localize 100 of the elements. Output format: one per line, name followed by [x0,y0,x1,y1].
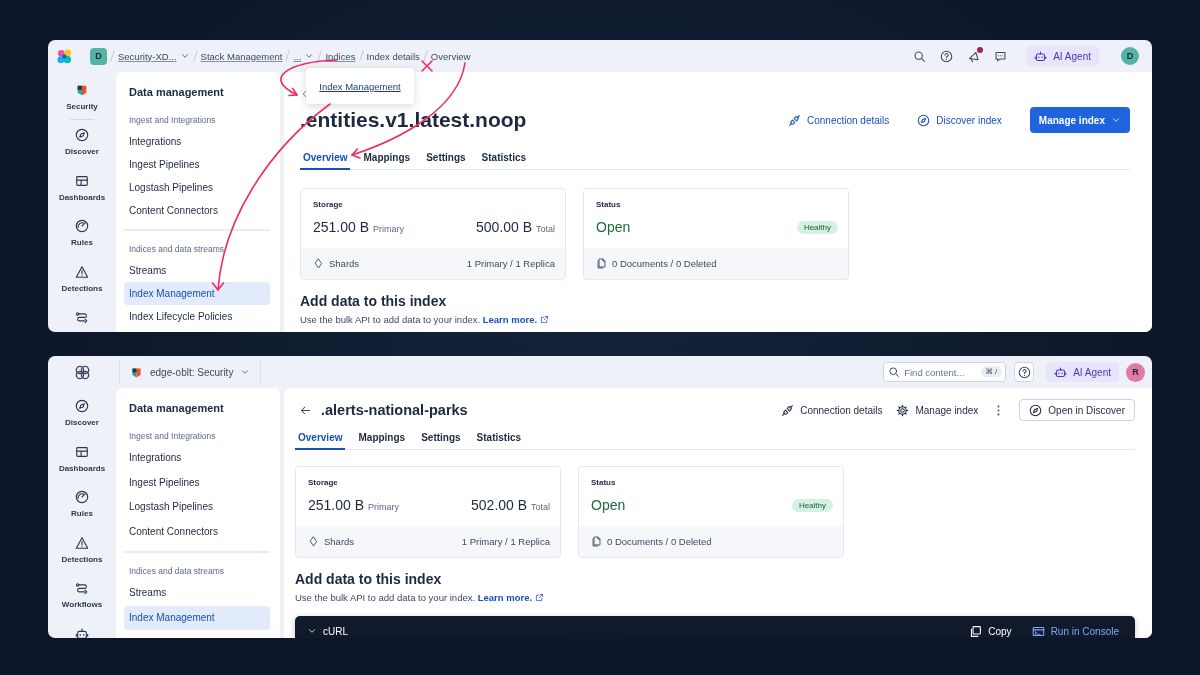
sidebar-item[interactable]: Integrations [124,130,270,153]
external-link-icon [539,315,549,324]
megaphone-icon[interactable] [967,49,981,63]
document-icon [591,536,602,547]
nav-item[interactable]: Rules [71,490,93,519]
search-icon[interactable] [913,49,927,63]
logo-icon[interactable] [73,363,91,381]
caret-icon [304,51,315,61]
language-toggle[interactable]: cURL [307,625,348,637]
diamond-icon [308,536,319,547]
shield-icon [75,83,89,97]
card-title: Status [596,199,622,211]
nav-item[interactable]: Rules [71,219,93,248]
sidebar-item[interactable]: Content Connectors [124,199,270,222]
tab[interactable]: Overview [300,146,351,170]
group-heading: Ingest and Integrations [128,114,217,126]
chat-icon[interactable] [994,49,1008,63]
ai-agent-button[interactable]: AI Agent [1046,362,1119,382]
action-link[interactable]: Connection details [788,113,890,127]
menu-link[interactable]: Index Management [319,80,401,92]
nav-item[interactable]: Detections [61,535,103,565]
group-heading: Ingest and Integrations [128,430,217,442]
help-icon[interactable] [940,49,954,63]
status-value: Open [591,497,626,513]
logo-icon[interactable] [56,47,73,65]
space-selector[interactable]: edge-oblt: Security [119,361,262,383]
help-button[interactable] [1014,362,1035,382]
sidebar-item[interactable]: Integrations [124,446,270,471]
gear-icon [896,403,910,417]
nav-item[interactable]: Workflows [61,581,103,610]
tab[interactable]: Statistics [478,146,530,170]
action-link[interactable]: Discover index [917,113,1002,127]
breadcrumb: Overview [430,50,471,62]
breadcrumb[interactable]: Stack Management [200,50,283,62]
section-heading: Add data to this index [295,570,443,588]
nav-item[interactable]: Detections [61,264,103,294]
sidebar-item[interactable]: Ingest Pipelines [124,470,270,495]
compass-icon [75,399,89,413]
user-avatar[interactable]: D [1121,47,1139,65]
tab[interactable]: Mappings [360,146,414,170]
breadcrumb[interactable]: ... [293,50,315,62]
sidebar-item[interactable]: Logstash Pipelines [124,176,270,199]
sidebar-item[interactable]: Index Management [124,282,270,305]
sidebar-item[interactable]: Index Management [124,605,270,630]
route-icon [75,310,89,324]
nav-item[interactable]: Discover [65,399,99,428]
copy-button[interactable]: Copy [969,624,1012,638]
sidebar-item[interactable]: Streams [124,259,270,282]
sidebar-title: Data management [128,85,225,99]
primary-button[interactable]: Manage index [1029,107,1130,133]
external-link-icon [534,593,544,602]
section-text: Use the bulk API to add data to your index. Learn more. [300,313,1130,326]
caret-icon [307,626,317,636]
document-count: 0 Documents / 0 Deleted [607,536,712,547]
tab[interactable]: Settings [418,426,464,450]
tab[interactable]: Mappings [355,426,409,450]
document-icon [596,258,607,269]
nav-item[interactable]: Discover [65,128,99,157]
plug-icon [781,403,795,417]
nav-item[interactable]: Security [66,83,98,112]
dashboard-icon [75,444,89,459]
route-icon [75,581,89,595]
outline-button[interactable]: Open in Discover [1019,399,1135,421]
shards-label: Shards [324,536,355,547]
learn-more-link[interactable]: Learn more. [482,314,549,325]
sidebar-item[interactable]: Logstash Pipelines [124,495,270,520]
run-console-button[interactable]: Run in Console [1031,624,1119,638]
health-badge: Healthy [791,498,833,512]
copy-icon [969,624,983,638]
robot-icon [1054,365,1068,379]
breadcrumb: Index details [366,50,420,62]
nav-item[interactable]: Dashboards [58,444,106,474]
sidebar-item[interactable]: Index Lifecycle Policies [124,305,270,328]
breadcrumb[interactable]: Indices [325,50,356,62]
gauge-icon [75,219,89,233]
warning-icon [75,535,89,550]
tab[interactable]: Overview [295,426,346,450]
card-title: Storage [308,477,339,489]
user-avatar[interactable]: R [1126,362,1145,382]
ai-agent-button[interactable]: AI Agent [1026,46,1099,66]
nav-item[interactable] [75,626,89,638]
space-avatar[interactable]: D [90,47,107,65]
tab[interactable]: Statistics [473,426,525,450]
sidebar-item[interactable]: Ingest Pipelines [124,153,270,176]
health-badge: Healthy [796,220,838,234]
caret-icon [179,51,190,61]
action-button[interactable]: Manage index [896,403,979,417]
search-icon [888,366,901,378]
compass-icon [1029,403,1043,417]
sidebar-item[interactable]: Streams [124,581,270,606]
nav-item[interactable] [75,310,89,324]
learn-more-link[interactable]: Learn more. [477,592,544,603]
breadcrumb[interactable]: Security-XD... [118,50,190,62]
tab[interactable]: Settings [423,146,469,170]
action-button[interactable]: Connection details [781,403,883,417]
nav-item[interactable]: Dashboards [58,173,106,203]
help-icon [1017,365,1031,379]
sidebar-item[interactable]: Content Connectors [124,519,270,544]
gauge-icon [75,490,89,504]
shards-value: 1 Primary / 1 Replica [461,536,550,547]
